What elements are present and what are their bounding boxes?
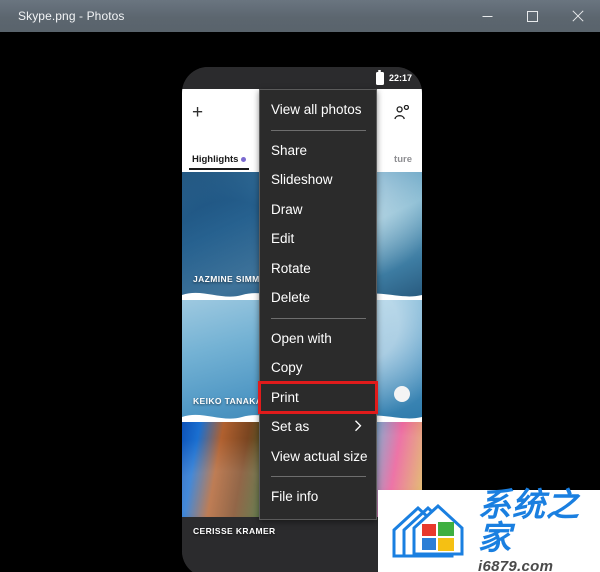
tab-highlights: Highlights bbox=[188, 154, 250, 170]
chevron-right-icon bbox=[354, 420, 362, 435]
watermark-brand: 系统之家 bbox=[478, 485, 580, 557]
watermark-url: i6879.com bbox=[478, 558, 554, 572]
tab-highlights-label: Highlights bbox=[192, 154, 239, 165]
minimize-button[interactable] bbox=[465, 0, 510, 32]
status-time: 22:17 bbox=[388, 73, 412, 83]
menu-separator bbox=[271, 317, 366, 319]
tab-feature: ture bbox=[394, 154, 412, 170]
tab-feature-label: ture bbox=[394, 154, 412, 165]
house-windows-logo-icon bbox=[388, 496, 472, 567]
close-icon bbox=[571, 10, 584, 22]
menu-item-file-info[interactable]: File info bbox=[260, 482, 376, 512]
window-title: Skype.png - Photos bbox=[18, 9, 125, 23]
menu-item-open-with[interactable]: Open with bbox=[260, 324, 376, 354]
maximize-button[interactable] bbox=[510, 0, 555, 32]
photos-window: Skype.png - Photos 22:17 + Highlights tu… bbox=[0, 0, 600, 572]
menu-item-rotate[interactable]: Rotate bbox=[260, 254, 376, 284]
battery-icon bbox=[375, 69, 384, 85]
menu-item-delete[interactable]: Delete bbox=[260, 283, 376, 313]
context-menu: View all photos Share Slideshow Draw Edi… bbox=[258, 89, 378, 520]
menu-item-set-as[interactable]: Set as bbox=[260, 412, 376, 442]
watermark: 系统之家 i6879.com bbox=[378, 488, 600, 572]
story-name: CERISSE KRAMER bbox=[193, 526, 276, 536]
menu-item-copy[interactable]: Copy bbox=[260, 353, 376, 383]
tab-highlights-dot bbox=[241, 157, 247, 162]
menu-item-print[interactable]: Print bbox=[258, 380, 378, 414]
story-avatar bbox=[394, 386, 410, 402]
minimize-icon bbox=[482, 15, 493, 17]
window-controls bbox=[465, 0, 600, 32]
close-button[interactable] bbox=[555, 0, 600, 32]
photo-viewer-canvas[interactable]: 22:17 + Highlights ture JAZMINE SIMMONS … bbox=[0, 32, 600, 572]
menu-separator bbox=[271, 476, 366, 477]
title-bar: Skype.png - Photos bbox=[0, 0, 600, 32]
menu-item-share[interactable]: Share bbox=[260, 136, 376, 166]
menu-item-draw[interactable]: Draw bbox=[260, 195, 376, 225]
watermark-text: 系统之家 i6879.com bbox=[478, 488, 600, 572]
maximize-icon bbox=[527, 10, 538, 22]
menu-item-edit[interactable]: Edit bbox=[260, 224, 376, 254]
plus-icon: + bbox=[192, 102, 204, 123]
story-name: KEIKO TANAKA bbox=[193, 396, 263, 406]
menu-item-set-as-label: Set as bbox=[271, 419, 310, 434]
phone-status-bar: 22:17 bbox=[182, 67, 422, 89]
menu-item-slideshow[interactable]: Slideshow bbox=[260, 165, 376, 195]
add-person-icon bbox=[394, 104, 410, 125]
menu-separator bbox=[271, 129, 366, 131]
menu-item-view-actual-size[interactable]: View actual size bbox=[260, 442, 376, 472]
menu-item-view-all-photos[interactable]: View all photos bbox=[260, 95, 376, 125]
